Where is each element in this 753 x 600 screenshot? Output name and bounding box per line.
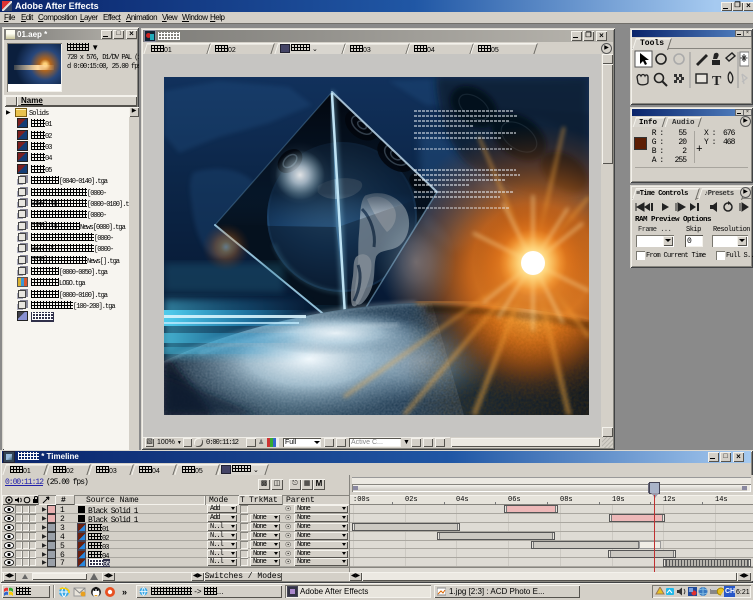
- svg-text:T: T: [712, 74, 722, 89]
- svg-text:»: »: [122, 587, 127, 597]
